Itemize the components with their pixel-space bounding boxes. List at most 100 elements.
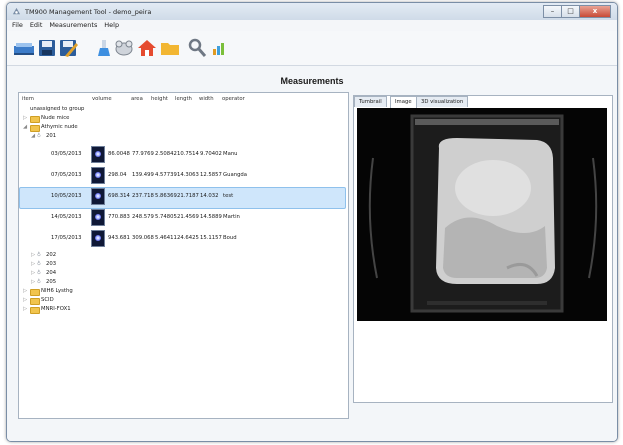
column-header-height[interactable]: height [151,96,168,102]
expand-arrow-icon[interactable]: ▷ [31,252,35,258]
height-value: 5.46411 [155,235,177,241]
operator-value: Martin [223,214,240,220]
mouse-icon: ♁ [37,261,41,267]
tools-icon[interactable] [187,38,207,58]
column-header-operator[interactable]: operator [222,96,245,102]
folder-icon [30,298,40,305]
tumor-thumbnail [91,230,105,247]
tab-3d-visualization[interactable]: 3D visualization [416,96,469,107]
operator-value: Boud [223,235,237,241]
title-bar[interactable]: TM900 Management Tool - demo_peira – □ x [7,3,617,20]
collapse-arrow-icon[interactable]: ◢ [23,124,27,130]
measurement-date: 03/05/2013 [51,151,82,157]
folder-icon [30,289,40,296]
width-value: 15.1157 [200,235,222,241]
close-button[interactable]: x [579,5,611,18]
tumor-thumbnail [91,167,105,184]
operator-value: Guangda [223,172,248,178]
collapse-arrow-icon[interactable]: ◢ [31,133,35,139]
length-value: 24.6425 [177,235,199,241]
tree-item-label: 204 [46,270,57,276]
tab-tumbrail[interactable]: Tumbrail [354,96,387,107]
tumor-thumbnail [91,146,105,163]
folder-icon[interactable] [160,38,180,58]
tree-item-label: 202 [46,252,57,258]
mouse-icon: ♁ [37,252,41,258]
menu-bar: File Edit Measurements Help [7,20,617,31]
mouse-icon: ♁ [37,279,41,285]
bar-chart-icon[interactable] [211,38,225,58]
main-area: Measurements item volume area height len… [7,66,617,441]
page-title: Measurements [280,76,344,86]
tumor-image-graphic [357,108,607,321]
image-panel: Tumbrail Image 3D visualization [353,95,613,403]
mouse-icon: ♁ [37,133,41,139]
width-value: 9.70402 [200,151,222,157]
measurement-date: 17/05/2013 [51,235,82,241]
menu-help[interactable]: Help [104,20,119,31]
width-value: 12.5857 [200,172,222,178]
measurements-tree[interactable]: item volume area height length width ope… [18,92,349,419]
folder-icon [30,116,40,123]
app-icon [12,7,21,15]
column-header-item[interactable]: item [22,96,34,102]
folder-icon [30,125,40,132]
column-header-area[interactable]: area [131,96,143,102]
tree-item-label: Athymic nude [41,124,78,130]
expand-arrow-icon[interactable]: ▷ [23,115,27,121]
minimize-button[interactable]: – [543,5,562,18]
volume-value: 770.883 [108,214,130,220]
menu-edit[interactable]: Edit [30,20,43,31]
tumor-image[interactable] [357,108,607,321]
height-value: 5.86369 [155,193,177,199]
flask-icon[interactable] [97,38,111,58]
tree-item-label: NIH6 Lysthg [41,288,73,294]
column-header-length[interactable]: length [175,96,192,102]
expand-arrow-icon[interactable]: ▷ [23,297,27,303]
measurement-date: 07/05/2013 [51,172,82,178]
expand-arrow-icon[interactable]: ▷ [23,306,27,312]
length-value: 21.4569 [177,214,199,220]
volume-value: 698.314 [108,193,130,199]
menu-file[interactable]: File [12,20,23,31]
home-icon[interactable] [137,38,157,58]
tree-item-label: Nude mice [41,115,70,121]
length-value: 10.7514 [177,151,199,157]
height-value: 4.57739 [155,172,177,178]
edit-save-icon[interactable] [59,38,79,58]
tree-item-label: SCID [41,297,54,303]
column-header-volume[interactable]: volume [92,96,112,102]
mouse-icon: ♁ [37,270,41,276]
maximize-button[interactable]: □ [561,5,580,18]
area-value: 139.499 [132,172,154,178]
mouse-icon[interactable] [113,38,135,58]
database-icon[interactable] [13,38,35,58]
area-value: 77.9769 [132,151,154,157]
expand-arrow-icon[interactable]: ▷ [31,270,35,276]
expand-arrow-icon[interactable]: ▷ [31,261,35,267]
tree-item-label: MNRI-FOX1 [41,306,71,312]
tumor-thumbnail [91,188,105,205]
menu-measurements[interactable]: Measurements [49,20,97,31]
expand-arrow-icon[interactable]: ▷ [31,279,35,285]
window-title: TM900 Management Tool - demo_peira [25,8,152,16]
area-value: 237.718 [132,193,154,199]
tree-item-label: unassigned to group [30,106,85,112]
area-value: 309.068 [132,235,154,241]
length-value: 14.3063 [177,172,199,178]
toolbar [7,31,617,66]
height-value: 2.50842 [155,151,177,157]
measurement-date: 14/05/2013 [51,214,82,220]
measurement-date: 10/05/2013 [51,193,82,199]
save-icon[interactable] [38,38,56,58]
tree-item-label: 201 [46,133,57,139]
area-value: 248.579 [132,214,154,220]
height-value: 5.74805 [155,214,177,220]
length-value: 21.7187 [177,193,199,199]
tree-item-label: 205 [46,279,57,285]
column-header-width[interactable]: width [199,96,214,102]
volume-value: 298.04 [108,172,127,178]
tab-image[interactable]: Image [390,96,417,108]
expand-arrow-icon[interactable]: ▷ [23,288,27,294]
volume-value: 943.681 [108,235,130,241]
